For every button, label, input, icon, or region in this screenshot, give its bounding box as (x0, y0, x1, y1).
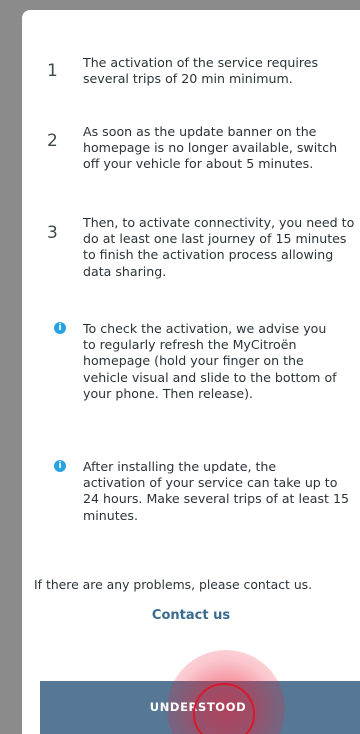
step-text: The activation of the service requires s… (83, 55, 319, 87)
step-number: 3 (47, 223, 58, 243)
info-text: After installing the update, the activat… (83, 459, 349, 523)
step-text: As soon as the update banner on the home… (83, 124, 338, 172)
problems-text: If there are any problems, please contac… (34, 577, 313, 592)
info-icon: i (54, 322, 66, 334)
contact-us-link[interactable]: Contact us (22, 608, 360, 623)
step-text: Then, to activate connectivity, you need… (83, 215, 355, 279)
step-number: 2 (47, 131, 58, 151)
info-text: To check the activation, we advise you t… (83, 321, 337, 401)
step-number: 1 (47, 61, 58, 81)
understood-label: UNDERSTOOD (149, 700, 247, 714)
info-icon: i (54, 460, 66, 472)
instructions-screen: 1 The activation of the service requires… (22, 10, 360, 734)
